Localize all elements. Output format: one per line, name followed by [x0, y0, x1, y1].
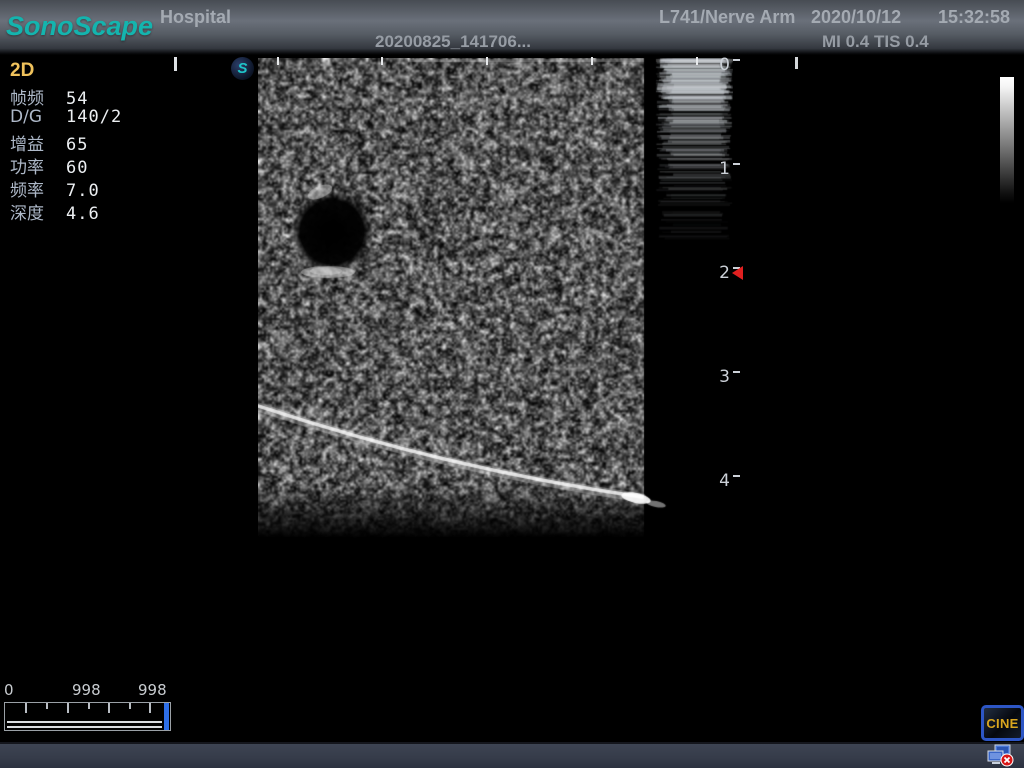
ultrasound-screen: SonoScape Hospital 20200825_141706... L7… — [0, 0, 1024, 768]
scrub-tick — [88, 703, 90, 709]
depth-mark-0: 0 — [708, 55, 730, 75]
network-disconnected-icon[interactable] — [986, 744, 1014, 767]
param-value: 7.0 — [66, 181, 100, 201]
scale-tick — [381, 57, 383, 65]
cine-frame-mid: 998 — [72, 681, 101, 699]
scale-tick — [486, 57, 488, 65]
param-value: 54 — [66, 89, 88, 109]
param-label: 深度 — [10, 199, 66, 224]
scale-tick — [696, 57, 698, 65]
cine-scrubber[interactable] — [4, 702, 171, 731]
scrub-tick — [129, 703, 131, 709]
depth-tick — [733, 475, 740, 477]
param-label: 频率 — [10, 176, 66, 201]
exam-date: 2020/10/12 — [811, 7, 901, 28]
focus-marker-icon — [732, 266, 743, 280]
scrub-track-line — [7, 726, 162, 728]
depth-mark-3: 3 — [708, 367, 730, 387]
grayscale-bar — [1000, 77, 1014, 203]
param-row-dg: D/G140/2 — [10, 107, 122, 130]
cine-position-thumb[interactable] — [164, 703, 169, 730]
param-label: 帧频 — [10, 84, 66, 109]
scrub-tick — [46, 703, 48, 709]
scale-tick — [277, 57, 279, 65]
param-value: 65 — [66, 135, 88, 155]
param-row-framerate: 帧频54 — [10, 84, 88, 107]
param-row-power: 功率60 — [10, 153, 88, 176]
scrub-tick — [149, 703, 151, 713]
scale-tick — [591, 57, 593, 65]
exam-id: 20200825_141706... — [375, 32, 531, 52]
probe-preset: L741/Nerve Arm — [659, 7, 795, 28]
scrub-tick — [67, 703, 69, 713]
sonoscape-s-icon: S — [231, 57, 254, 80]
cine-frame-end: 998 — [138, 681, 167, 699]
depth-mark-1: 1 — [708, 159, 730, 179]
depth-mark-4: 4 — [708, 471, 730, 491]
depth-tick — [733, 163, 740, 165]
scrub-track-line — [7, 721, 162, 723]
probe-orientation-tick — [795, 57, 798, 69]
depth-tick — [733, 59, 740, 61]
exam-time: 15:32:58 — [938, 7, 1010, 28]
hospital-name: Hospital — [160, 7, 231, 28]
scrub-tick — [25, 703, 27, 713]
mode-label: 2D — [10, 60, 34, 82]
cine-button[interactable]: CINE — [981, 705, 1024, 741]
param-row-gain: 增益65 — [10, 130, 88, 153]
cine-frame-start: 0 — [4, 681, 14, 699]
acoustic-indices: MI 0.4 TIS 0.4 — [822, 32, 929, 52]
param-value: 140/2 — [66, 107, 122, 127]
sonoscape-logo: SonoScape — [6, 11, 153, 42]
tgc-cursor-marker — [174, 57, 177, 71]
scrub-tick — [108, 703, 110, 713]
param-value: 60 — [66, 158, 88, 178]
param-label: 增益 — [10, 130, 66, 155]
param-value: 4.6 — [66, 204, 100, 224]
title-bar: SonoScape Hospital 20200825_141706... L7… — [0, 0, 1024, 55]
taskbar — [0, 742, 1024, 768]
param-label: 功率 — [10, 153, 66, 178]
param-row-frequency: 频率7.0 — [10, 176, 100, 199]
depth-tick — [733, 371, 740, 373]
ultrasound-image — [258, 58, 733, 540]
depth-mark-2: 2 — [708, 263, 730, 283]
param-row-depth: 深度4.6 — [10, 199, 100, 222]
param-label: D/G — [10, 107, 66, 127]
